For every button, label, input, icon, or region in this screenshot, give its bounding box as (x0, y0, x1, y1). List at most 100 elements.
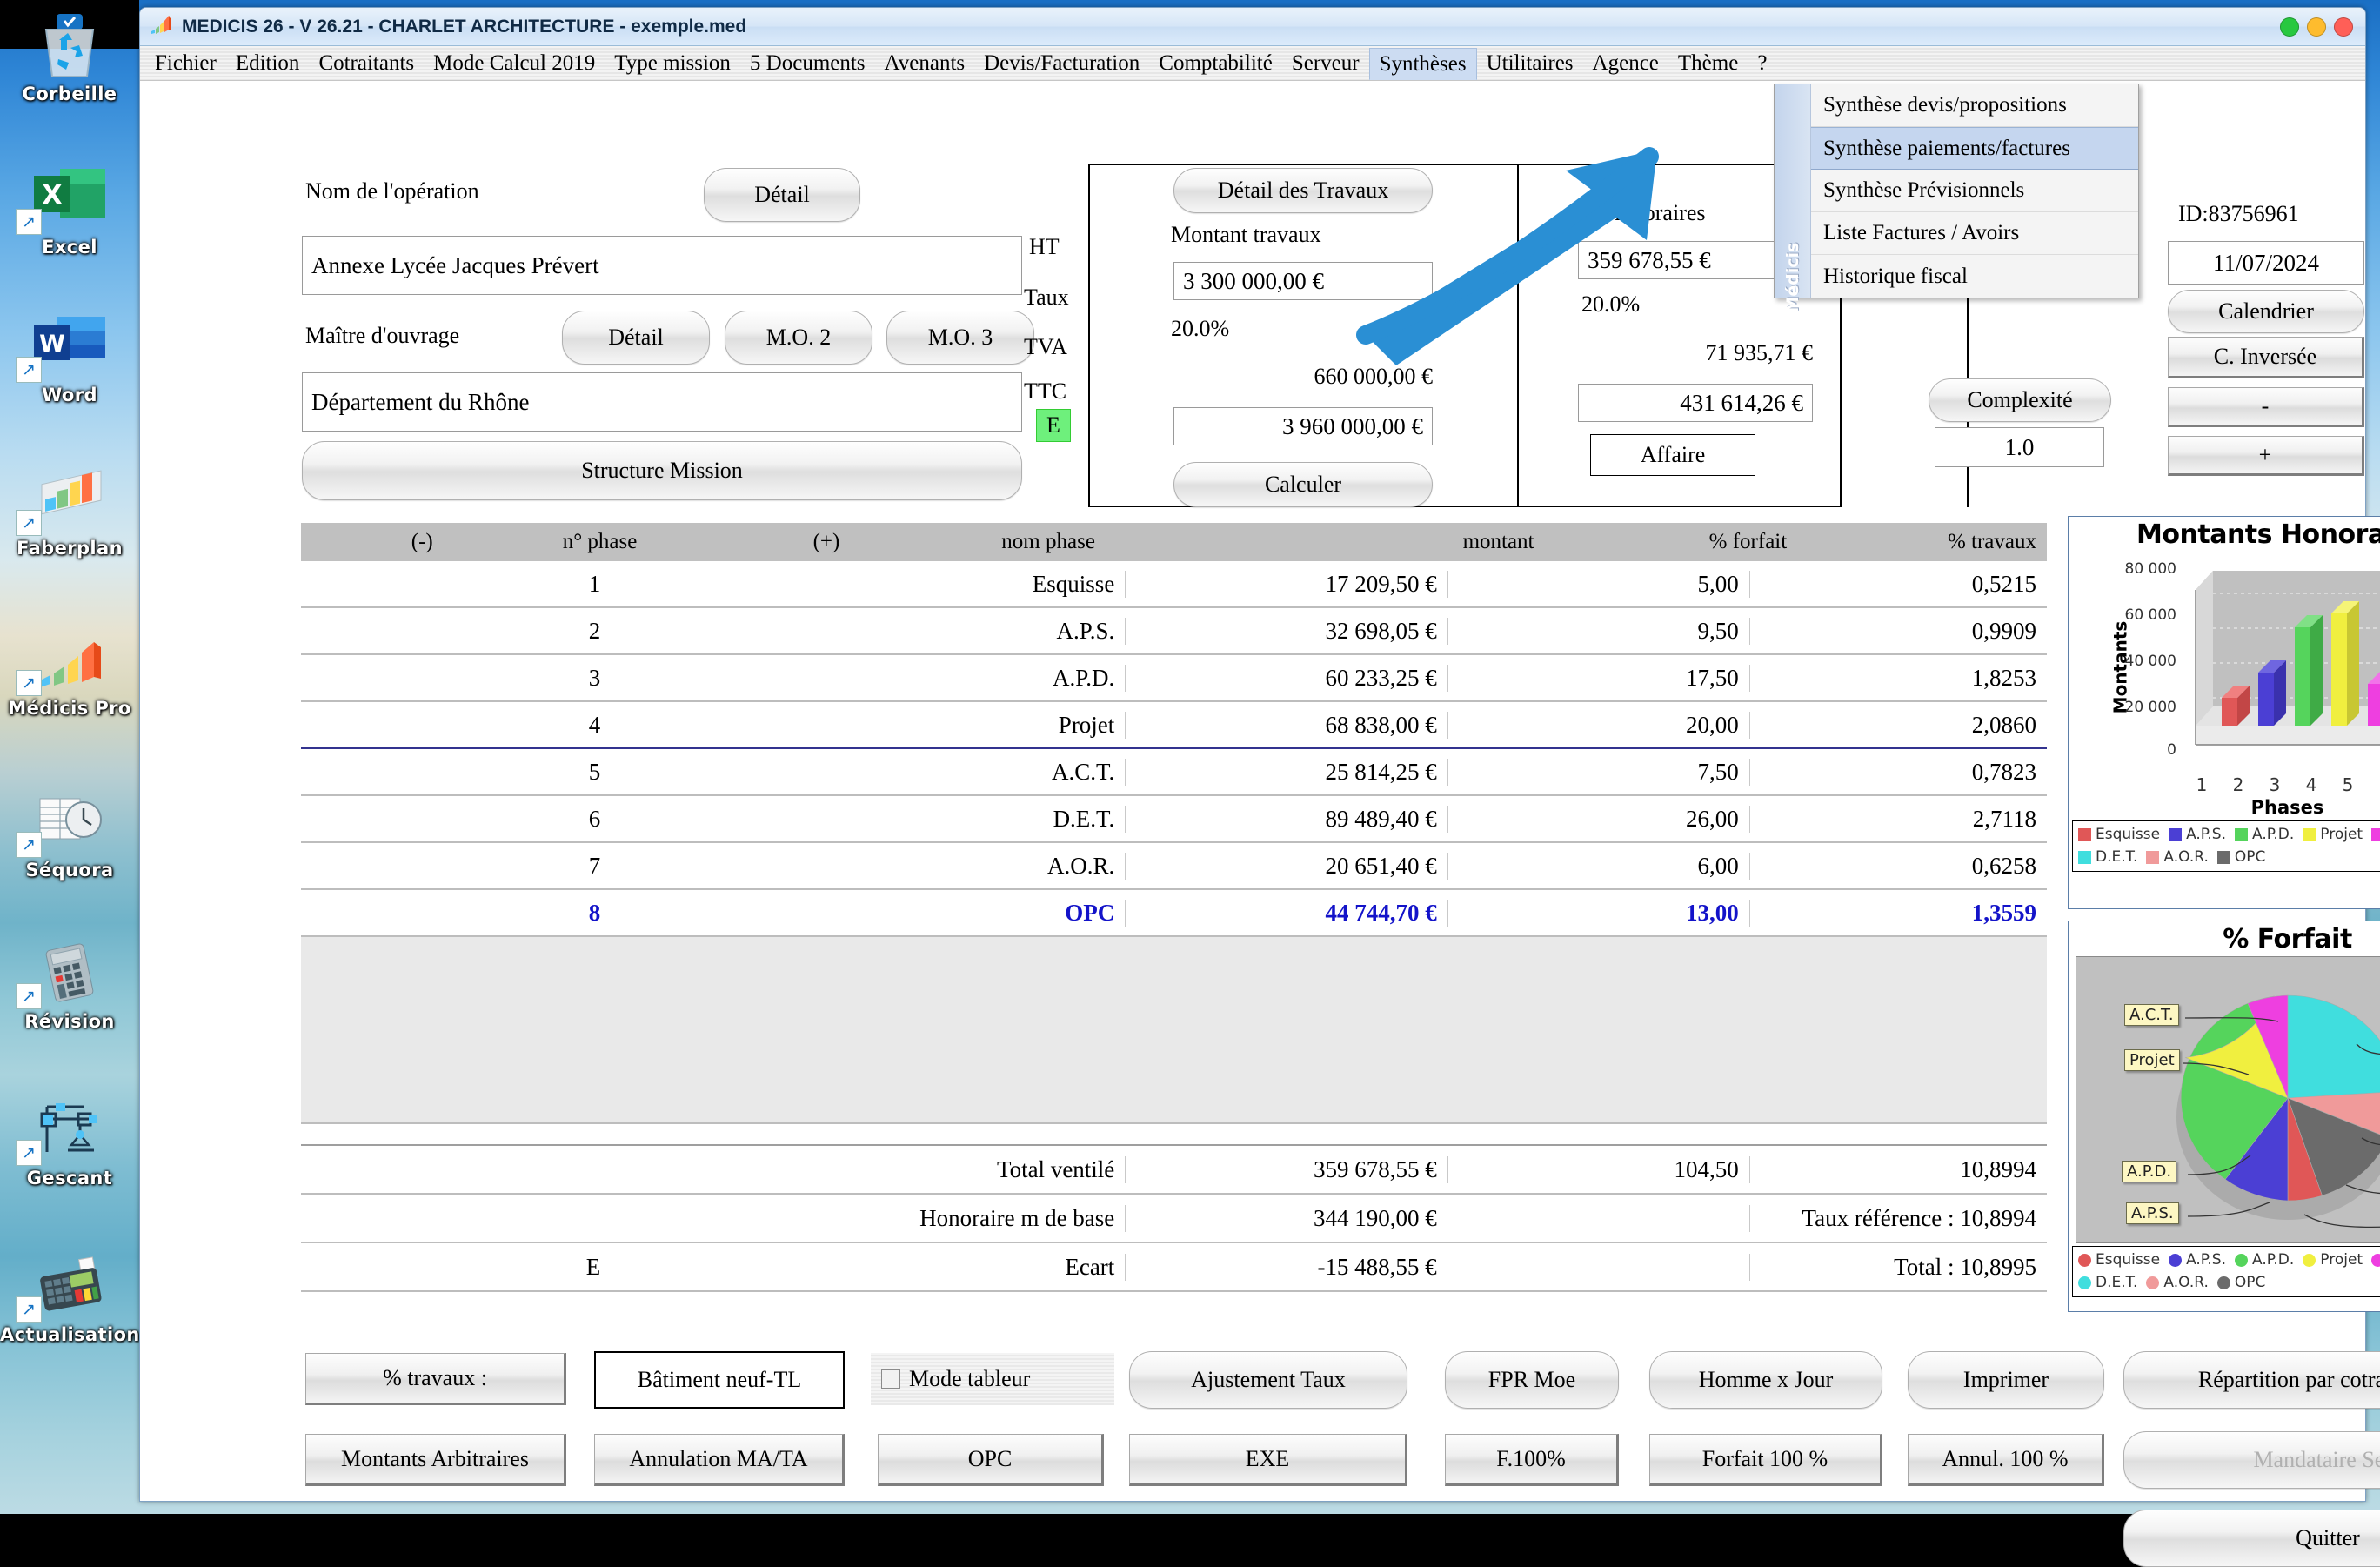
repartition-cotraitant-button[interactable]: Répartition par cotraitant (5) (2123, 1351, 2380, 1409)
quitter-button[interactable]: Quitter (2123, 1510, 2380, 1567)
cell-travaux: 0,5215 (1748, 570, 2047, 598)
th-minus[interactable]: (-) (403, 530, 563, 554)
nom-operation-field[interactable]: Annexe Lycée Jacques Prévert (302, 236, 1022, 295)
table-row[interactable]: 5 A.C.T. 25 814,25 € 7,50 0,7823 (301, 749, 2047, 796)
honoraires-ttc-field[interactable]: 431 614,26 € (1578, 384, 1813, 422)
montants-honoraires-chart[interactable]: Montants Honoraires Montants 80 000 60 0… (2068, 516, 2380, 909)
increment-button[interactable]: + (2168, 436, 2364, 476)
ajustement-taux-button[interactable]: Ajustement Taux (1129, 1351, 1407, 1409)
mode-tableur-checkbox[interactable] (881, 1369, 900, 1389)
menu-item-cotraitants[interactable]: Cotraitants (309, 46, 424, 80)
desktop-icon-sequora[interactable]: ↗ Séquora (0, 781, 139, 881)
menu-option-synthese-devis-propositions[interactable]: Synthèse devis/propositions (1811, 84, 2138, 127)
calculer-button[interactable]: Calculer (1173, 462, 1433, 507)
recycle-bin-icon (0, 5, 139, 80)
complexite-button[interactable]: Complexité (1929, 378, 2111, 422)
window-controls[interactable] (2272, 17, 2353, 37)
table-row[interactable]: 3 A.P.D. 60 233,25 € 17,50 1,8253 (301, 655, 2047, 702)
table-row[interactable]: 8 OPC 44 744,70 € 13,00 1,3559 (301, 890, 2047, 937)
mo3-button[interactable]: M.O. 3 (886, 311, 1034, 365)
shortcut-arrow-icon: ↗ (16, 983, 42, 1009)
travaux-ttc-field[interactable]: 3 960 000,00 € (1173, 407, 1433, 445)
homme-x-jour-button[interactable]: Homme x Jour (1649, 1351, 1882, 1409)
phases-table[interactable]: (-) n° phase (+) nom phase montant % for… (301, 523, 2047, 1124)
menu-item-devis-facturation[interactable]: Devis/Facturation (974, 46, 1149, 80)
menu-option-historique-fiscal[interactable]: Historique fiscal (1811, 255, 2138, 298)
table-empty-area[interactable] (301, 937, 2047, 1124)
cell-forfait: 104,50 (1447, 1155, 1749, 1183)
structure-mission-button[interactable]: Structure Mission (302, 441, 1022, 500)
opc-button[interactable]: OPC (878, 1434, 1104, 1486)
calendrier-button[interactable]: Calendrier (2168, 290, 2364, 333)
menu-item-theme[interactable]: Thème (1668, 46, 1748, 80)
table-row[interactable]: 4 Projet 68 838,00 € 20,00 2,0860 (301, 702, 2047, 749)
menu-item-edition[interactable]: Edition (226, 46, 310, 80)
word-icon: W ↗ (0, 306, 139, 383)
menu-item-agence[interactable]: Agence (1583, 46, 1668, 80)
desktop-icon-actualisation[interactable]: ↗ Actualisation (0, 1246, 139, 1345)
maximize-button[interactable] (2307, 17, 2326, 37)
menu-item-avenants[interactable]: Avenants (875, 46, 975, 80)
exe-button[interactable]: EXE (1129, 1434, 1407, 1486)
shortcut-arrow-icon: ↗ (16, 357, 42, 383)
window-titlebar[interactable]: MEDICIS 26 - V 26.21 - CHARLET ARCHITECT… (140, 8, 2365, 46)
menu-bar[interactable]: Fichier Edition Cotraitants Mode Calcul … (140, 46, 2365, 81)
detail-travaux-button[interactable]: Détail des Travaux (1173, 168, 1433, 213)
date-field[interactable]: 11/07/2024 (2168, 241, 2364, 285)
menu-item-fichier[interactable]: Fichier (145, 46, 226, 80)
menu-item-documents[interactable]: 5 Documents (740, 46, 875, 80)
bar-chart-title: Montants Honoraires (2136, 519, 2380, 550)
table-row[interactable]: 2 A.P.S. 32 698,05 € 9,50 0,9909 (301, 608, 2047, 655)
montants-arbitraires-button[interactable]: Montants Arbitraires (305, 1434, 566, 1486)
table-row[interactable]: 6 D.E.T. 89 489,40 € 26,00 2,7118 (301, 796, 2047, 843)
ht-label: HT (1029, 234, 1060, 259)
faberplan-icon: ↗ (0, 459, 139, 536)
pourcent-travaux-button[interactable]: % travaux : (305, 1353, 566, 1405)
menu-item-utilitaires[interactable]: Utilitaires (1477, 46, 1583, 80)
menu-item-help[interactable]: ? (1748, 46, 1776, 80)
th-plus[interactable]: (+) (779, 530, 1002, 554)
table-row[interactable]: 7 A.O.R. 20 651,40 € 6,00 0,6258 (301, 843, 2047, 890)
pourcent-forfait-chart[interactable]: % Forfait A.C.T. Projet A.P.D. A.P.S. Es… (2068, 921, 2380, 1312)
detail-maitre-ouvrage-button[interactable]: Détail (562, 311, 710, 365)
desktop-icon-label: Gescant (26, 1168, 113, 1189)
cell-montant: 60 233,25 € (1125, 664, 1447, 692)
desktop-icon-medicis-pro[interactable]: ↗ Médicis Pro (0, 619, 139, 719)
menu-item-syntheses[interactable]: Synthèses (1368, 48, 1477, 80)
imprimer-button[interactable]: Imprimer (1908, 1351, 2104, 1409)
syntheses-dropdown-menu[interactable]: Médicis Synthèse devis/propositions Synt… (1774, 84, 2139, 313)
detail-operation-button[interactable]: Détail (704, 168, 860, 222)
legend-label: D.E.T. (2096, 847, 2138, 866)
fpr-moe-button[interactable]: FPR Moe (1445, 1351, 1619, 1409)
maitre-ouvrage-field[interactable]: Département du Rhône (302, 372, 1022, 432)
mode-tableur-checkbox-wrap[interactable]: Mode tableur (871, 1353, 1114, 1405)
desktop-icon-gescant[interactable]: ↗ Gescant (0, 1089, 139, 1189)
menu-option-liste-factures-avoirs[interactable]: Liste Factures / Avoirs (1811, 212, 2138, 255)
affaire-button[interactable]: Affaire (1590, 434, 1755, 476)
f100-button[interactable]: F.100% (1445, 1434, 1619, 1486)
menu-item-serveur[interactable]: Serveur (1282, 46, 1369, 80)
c-inversee-button[interactable]: C. Inversée (2168, 337, 2364, 378)
menu-item-comptabilite[interactable]: Comptabilité (1149, 46, 1282, 80)
menu-option-synthese-previsionnels[interactable]: Synthèse Prévisionnels (1811, 170, 2138, 212)
close-button[interactable] (2334, 17, 2353, 37)
montant-travaux-ht-field[interactable]: 3 300 000,00 € (1173, 262, 1433, 300)
desktop-icon-excel[interactable]: X ↗ Excel (0, 158, 139, 258)
decrement-button[interactable]: - (2168, 387, 2364, 427)
batiment-neuf-tl-button[interactable]: Bâtiment neuf-TL (594, 1351, 845, 1409)
menu-item-type-mission[interactable]: Type mission (605, 46, 740, 80)
desktop-icon-faberplan[interactable]: ↗ Faberplan (0, 459, 139, 559)
table-row[interactable]: 1 Esquisse 17 209,50 € 5,00 0,5215 (301, 561, 2047, 608)
complexite-field[interactable]: 1.0 (1935, 427, 2104, 467)
menu-option-synthese-paiements-factures[interactable]: Synthèse paiements/factures (1811, 127, 2138, 170)
forfait-100-button[interactable]: Forfait 100 % (1649, 1434, 1882, 1486)
minimize-button[interactable] (2280, 17, 2299, 37)
annulation-ma-ta-button[interactable]: Annulation MA/TA (594, 1434, 845, 1486)
dropdown-item-list[interactable]: Synthèse devis/propositions Synthèse pai… (1811, 84, 2138, 298)
annul-100-button[interactable]: Annul. 100 % (1908, 1434, 2104, 1486)
desktop-icon-revision[interactable]: ↗ Révision (0, 933, 139, 1032)
desktop-icon-corbeille[interactable]: Corbeille (0, 5, 139, 104)
menu-item-mode-calcul[interactable]: Mode Calcul 2019 (424, 46, 605, 80)
desktop-icon-word[interactable]: W ↗ Word (0, 306, 139, 405)
mo2-button[interactable]: M.O. 2 (725, 311, 872, 365)
